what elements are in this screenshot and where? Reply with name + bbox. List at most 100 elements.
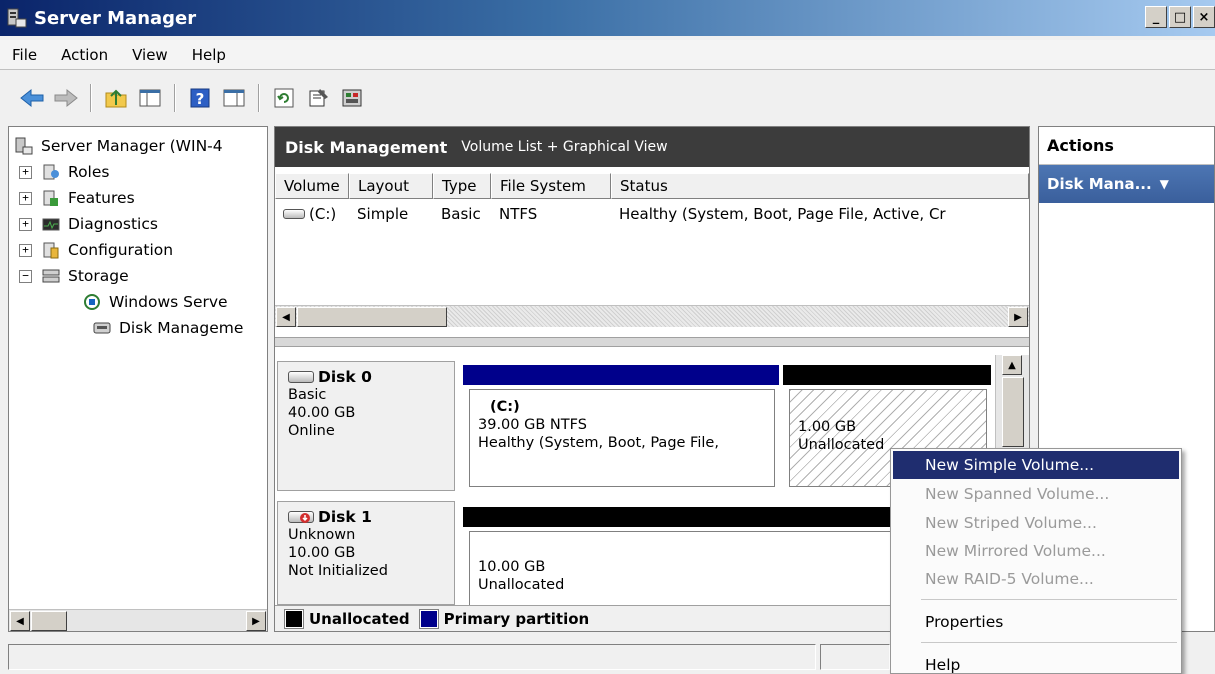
tree-root[interactable]: Server Manager (WIN-4 [13,133,223,159]
title-bar[interactable]: Server Manager _ □ × [0,0,1215,36]
menu-view[interactable]: View [120,46,180,64]
navigation-tree: Server Manager (WIN-4 + Roles + Features… [8,126,268,632]
actions-header: Actions [1039,127,1214,165]
disk-state: Not Initialized [288,563,388,579]
partition-size: 39.00 GB NTFS [478,417,587,433]
menu-action[interactable]: Action [49,46,120,64]
menu-item-new-simple-volume[interactable]: New Simple Volume... [893,451,1179,479]
column-header-volume[interactable]: Volume [275,173,349,199]
context-menu: New Simple Volume... New Spanned Volume.… [890,448,1182,674]
expand-toggle[interactable]: + [19,243,32,257]
scroll-up-arrow-icon[interactable]: ▲ [1002,355,1022,375]
collapse-toggle[interactable]: − [19,269,32,283]
menu-item-new-striped-volume[interactable]: New Striped Volume... [893,509,1179,537]
disk-settings-icon[interactable] [338,84,366,112]
partition-c[interactable]: (C:) 39.00 GB NTFS Healthy (System, Boot… [469,389,775,487]
minimize-button[interactable]: _ [1145,6,1167,28]
volume-drive-icon [283,209,305,219]
disk-management-icon [91,318,113,338]
expand-toggle[interactable]: + [19,217,32,231]
refresh-icon[interactable] [270,84,298,112]
column-header-type[interactable]: Type [433,173,491,199]
server-manager-app-icon [6,7,28,29]
disk-name: Disk 0 [288,368,444,386]
diagnostics-icon [40,214,62,234]
menu-item-new-mirrored-volume[interactable]: New Mirrored Volume... [893,537,1179,565]
scroll-right-arrow-icon[interactable]: ▶ [246,611,266,631]
tree-item-storage[interactable]: − Storage [19,263,129,289]
disk-name-text: Disk 1 [318,508,372,526]
scroll-thumb[interactable] [297,307,447,327]
tree-item-label: Storage [68,267,129,285]
partition-label: (C:) [490,399,520,415]
scroll-thumb[interactable] [1002,377,1024,447]
unallocated-bar [783,365,991,385]
tree-item-label: Roles [68,163,110,181]
volume-cell: (C:) [275,205,349,223]
disk-state: Online [288,423,335,439]
menu-item-new-raid-5-volume[interactable]: New RAID-5 Volume... [893,565,1179,593]
type-cell: Basic [441,205,481,223]
storage-icon [40,266,62,286]
menu-bar: File Action View Help [0,40,1215,70]
column-header-status[interactable]: Status [611,173,1029,199]
chevron-down-icon[interactable]: ▼ [1160,177,1169,191]
window-title: Server Manager [34,7,197,29]
disk-name-text: Disk 0 [318,368,372,386]
scroll-left-arrow-icon[interactable]: ◀ [10,611,30,631]
scroll-left-arrow-icon[interactable]: ◀ [276,307,296,327]
tree-item-configuration[interactable]: + Configuration [19,237,173,263]
disk-1-label[interactable]: Disk 1 Unknown 10.00 GB Not Initialized [277,501,455,605]
up-folder-icon[interactable] [102,84,130,112]
forward-arrow-icon[interactable] [52,84,80,112]
disk-type: Unknown [288,527,356,543]
partition-status: Healthy (System, Boot, Page File, [478,435,719,451]
scroll-thumb[interactable] [31,611,67,631]
expand-toggle[interactable]: + [19,165,32,179]
tree-item-windows-server-backup[interactable]: Windows Serve [81,289,228,315]
tree-item-disk-management[interactable]: Disk Manageme [91,315,243,341]
help-icon[interactable]: ? [186,84,214,112]
menu-help[interactable]: Help [180,46,238,64]
actions-section-disk-management[interactable]: Disk Mana... ▼ [1039,165,1214,203]
disk-icon [288,371,314,383]
tree-item-features[interactable]: + Features [19,185,135,211]
close-button[interactable]: × [1193,6,1215,28]
properties-icon[interactable] [304,84,332,112]
legend-label-primary: Primary partition [443,609,590,628]
menu-file[interactable]: File [0,46,49,64]
table-row[interactable]: (C:) Simple Basic NTFS Healthy (System, … [275,201,1029,227]
show-hide-tree-icon[interactable] [136,84,164,112]
disk-type: Basic [288,387,327,403]
disk-warning-icon [288,511,314,523]
disk-size: 40.00 GB [288,405,356,421]
tree-root-label: Server Manager (WIN-4 [41,137,223,155]
toolbar-separator [258,84,260,112]
tree-item-label: Configuration [68,241,174,259]
expand-toggle[interactable]: + [19,191,32,205]
features-icon [40,188,62,208]
volume-list-headers: Volume Layout Type File System Status [275,173,1029,199]
tree-item-roles[interactable]: + Roles [19,159,109,185]
volume-list-horizontal-scrollbar[interactable]: ◀ ▶ [275,305,1029,327]
menu-item-help[interactable]: Help [893,651,1179,673]
column-header-file-system[interactable]: File System [491,173,611,199]
menu-item-properties[interactable]: Properties [893,608,1179,636]
toolbar-separator [90,84,92,112]
tree-item-diagnostics[interactable]: + Diagnostics [19,211,158,237]
back-arrow-icon[interactable] [18,84,46,112]
pane-splitter[interactable] [275,337,1029,347]
configuration-icon [40,240,62,260]
toolbar-separator [174,84,176,112]
legend-swatch-primary [418,608,439,629]
disk-name: Disk 1 [288,508,444,526]
menu-separator [921,599,1177,600]
disk-0-label[interactable]: Disk 0 Basic 40.00 GB Online [277,361,455,491]
menu-item-new-spanned-volume[interactable]: New Spanned Volume... [893,480,1179,508]
column-header-layout[interactable]: Layout [349,173,433,199]
tree-horizontal-scrollbar[interactable]: ◀ ▶ [9,609,267,631]
maximize-button[interactable]: □ [1169,6,1191,28]
scroll-right-arrow-icon[interactable]: ▶ [1008,307,1028,327]
unallocated-size: 1.00 GB [798,419,857,435]
show-hide-action-pane-icon[interactable] [220,84,248,112]
